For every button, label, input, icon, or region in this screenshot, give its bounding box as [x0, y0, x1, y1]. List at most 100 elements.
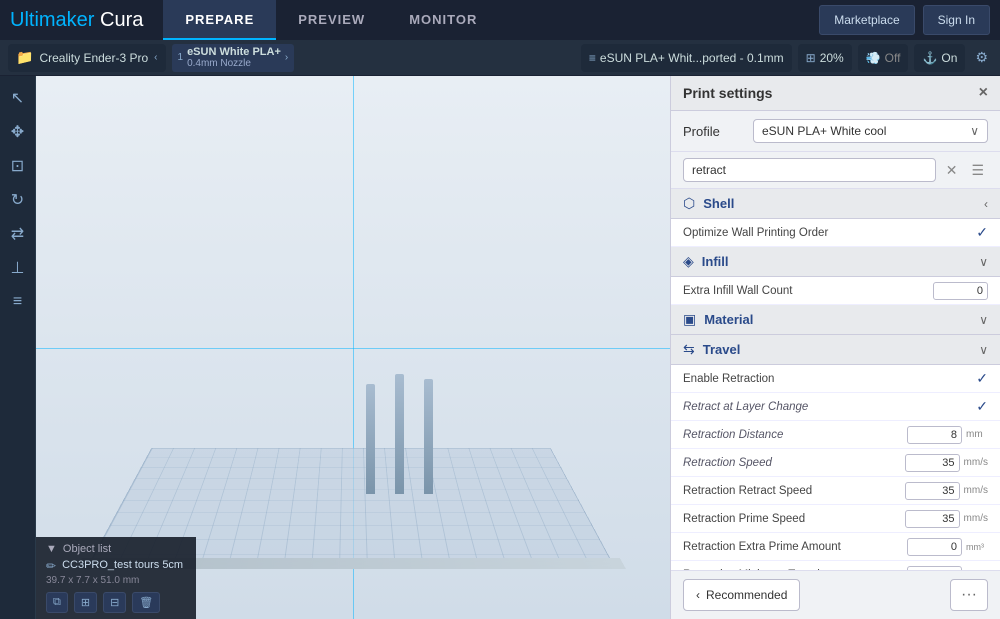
shell-chevron-icon: ‹ — [984, 197, 988, 211]
logo-main: Ultimaker — [10, 9, 94, 31]
obj-delete-button[interactable]: 🗑 — [132, 592, 160, 613]
select-tool-icon[interactable]: ↖ — [4, 84, 32, 112]
panel-bottom: ‹ Recommended ··· — [671, 570, 1000, 619]
fan-control[interactable]: 💨 Off — [858, 44, 909, 72]
viewport: ▼ Object list ✏ CC3PRO_test tours 5cm 39… — [36, 76, 670, 619]
chevron-left-icon: ‹ — [696, 588, 700, 602]
scale-tool-icon[interactable]: ⊡ — [4, 152, 32, 180]
recommended-button[interactable]: ‹ Recommended — [683, 579, 800, 611]
enable-retraction-label: Enable Retraction — [683, 373, 976, 385]
travel-icon: ⇆ — [683, 341, 695, 358]
on-label: On — [941, 51, 957, 65]
object-list-title: Object list — [63, 543, 111, 555]
obj-clone-button[interactable]: ⧉ — [46, 592, 68, 613]
floor-area — [36, 249, 670, 569]
travel-section-title: Travel — [703, 342, 971, 357]
retract-layer-change-label: Retract at Layer Change — [683, 401, 976, 413]
material-selector[interactable]: 1 eSUN White PLA+ 0.4mm Nozzle › — [172, 44, 295, 72]
settings-view-icon[interactable]: ⚙ — [971, 45, 992, 70]
travel-section-header[interactable]: ⇆ Travel ∨ — [671, 335, 1000, 365]
material-section-header[interactable]: ▣ Material ∨ — [671, 305, 1000, 335]
search-row: ✕ ☰ — [671, 152, 1000, 189]
retraction-extra-prime-label: Retraction Extra Prime Amount — [683, 541, 907, 553]
print-settings-panel: Print settings × Profile eSUN PLA+ White… — [670, 76, 1000, 619]
profile-name: eSUN PLA+ Whit...ported - 0.1mm — [600, 51, 784, 65]
search-menu-button[interactable]: ☰ — [967, 160, 988, 181]
chevron-right-icon: › — [285, 52, 288, 63]
profile-icon: ≡ — [589, 51, 596, 65]
panel-close-button[interactable]: × — [979, 84, 988, 102]
more-options-button[interactable]: ··· — [950, 579, 988, 611]
profile-dropdown[interactable]: eSUN PLA+ White cool ∨ — [753, 119, 988, 143]
retraction-distance-label: Retraction Distance — [683, 429, 907, 441]
shell-section-header[interactable]: ⬡ Shell ‹ — [671, 189, 1000, 219]
retraction-retract-speed-value: mm/s — [905, 482, 988, 500]
panel-title: Print settings — [683, 85, 772, 101]
material-chevron-icon: ∨ — [979, 313, 988, 327]
printer-icon: 📁 — [16, 49, 33, 66]
tab-monitor[interactable]: MONITOR — [387, 0, 499, 40]
extra-infill-input[interactable] — [933, 282, 988, 300]
shell-section-title: Shell — [703, 196, 976, 211]
zoom-icon: ⊞ — [806, 51, 816, 65]
retraction-speed-label: Retraction Speed — [683, 457, 905, 469]
retraction-extra-prime-input[interactable] — [907, 538, 962, 556]
printer-selector[interactable]: 📁 Creality Ender-3 Pro ‹ — [8, 44, 166, 72]
retraction-prime-speed-input[interactable] — [905, 510, 960, 528]
profile-label: Profile — [683, 124, 743, 139]
extra-infill-row: Extra Infill Wall Count — [671, 277, 1000, 305]
retraction-speed-input[interactable] — [905, 454, 960, 472]
mirror-tool-icon[interactable]: ⇄ — [4, 220, 32, 248]
retract-layer-change-check[interactable]: ✓ — [976, 398, 988, 415]
infill-section-title: Infill — [702, 254, 971, 269]
extra-infill-value-container — [933, 282, 988, 300]
object-icon: ✏ — [46, 559, 56, 573]
tab-preview[interactable]: PREVIEW — [276, 0, 387, 40]
profile-selector[interactable]: ≡ eSUN PLA+ Whit...ported - 0.1mm — [581, 44, 792, 72]
move-tool-icon[interactable]: ✥ — [4, 118, 32, 146]
enable-retraction-check[interactable]: ✓ — [976, 370, 988, 387]
material-icon: ▣ — [683, 311, 696, 328]
on-control[interactable]: ⚓ On — [914, 44, 965, 72]
retract-layer-change-row: Retract at Layer Change ✓ — [671, 393, 1000, 421]
print-column-3 — [424, 379, 433, 494]
marketplace-button[interactable]: Marketplace — [819, 5, 914, 35]
retraction-distance-unit: mm — [966, 429, 988, 440]
retraction-prime-speed-value: mm/s — [905, 510, 988, 528]
retraction-prime-speed-label: Retraction Prime Speed — [683, 513, 905, 525]
toolbar: 📁 Creality Ender-3 Pro ‹ 1 eSUN White PL… — [0, 40, 1000, 76]
signin-button[interactable]: Sign In — [923, 5, 990, 35]
infill-section-header[interactable]: ◈ Infill ∨ — [671, 247, 1000, 277]
infill-icon: ◈ — [683, 253, 694, 270]
obj-split-button[interactable]: ⊞ — [74, 592, 97, 613]
optimize-wall-label: Optimize Wall Printing Order — [683, 227, 976, 239]
retraction-prime-speed-row: Retraction Prime Speed mm/s — [671, 505, 1000, 533]
retraction-extra-prime-row: Retraction Extra Prime Amount mm³ — [671, 533, 1000, 561]
optimize-wall-row: Optimize Wall Printing Order ✓ — [671, 219, 1000, 247]
material-info: eSUN White PLA+ 0.4mm Nozzle — [187, 46, 281, 69]
retraction-retract-speed-input[interactable] — [905, 482, 960, 500]
retraction-distance-input[interactable] — [907, 426, 962, 444]
print-column-2 — [395, 374, 404, 494]
material-name: eSUN White PLA+ — [187, 46, 281, 58]
search-input[interactable] — [683, 158, 936, 182]
travel-chevron-icon: ∨ — [979, 343, 988, 357]
object-list-header: ▼ Object list — [46, 543, 186, 555]
obj-merge-button[interactable]: ⊟ — [103, 592, 126, 613]
layer-view-icon[interactable]: ≡ — [4, 288, 32, 316]
print-column-1 — [366, 384, 375, 494]
logo-sub: Cura — [94, 9, 143, 31]
object-dimensions: 39.7 x 7.7 x 51.0 mm — [46, 575, 186, 586]
collapse-icon[interactable]: ▼ — [46, 543, 57, 555]
retraction-speed-unit: mm/s — [964, 457, 988, 468]
rotate-tool-icon[interactable]: ↻ — [4, 186, 32, 214]
search-clear-button[interactable]: ✕ — [942, 160, 962, 181]
tab-prepare[interactable]: PREPARE — [163, 0, 276, 40]
top-right-buttons: Marketplace Sign In — [819, 5, 990, 35]
optimize-wall-check[interactable]: ✓ — [976, 224, 988, 241]
extra-infill-label: Extra Infill Wall Count — [683, 285, 933, 297]
support-tool-icon[interactable]: ⊥ — [4, 254, 32, 282]
left-panel: ↖ ✥ ⊡ ↻ ⇄ ⊥ ≡ — [0, 76, 36, 619]
infill-chevron-icon: ∨ — [979, 255, 988, 269]
print-objects — [366, 374, 433, 494]
